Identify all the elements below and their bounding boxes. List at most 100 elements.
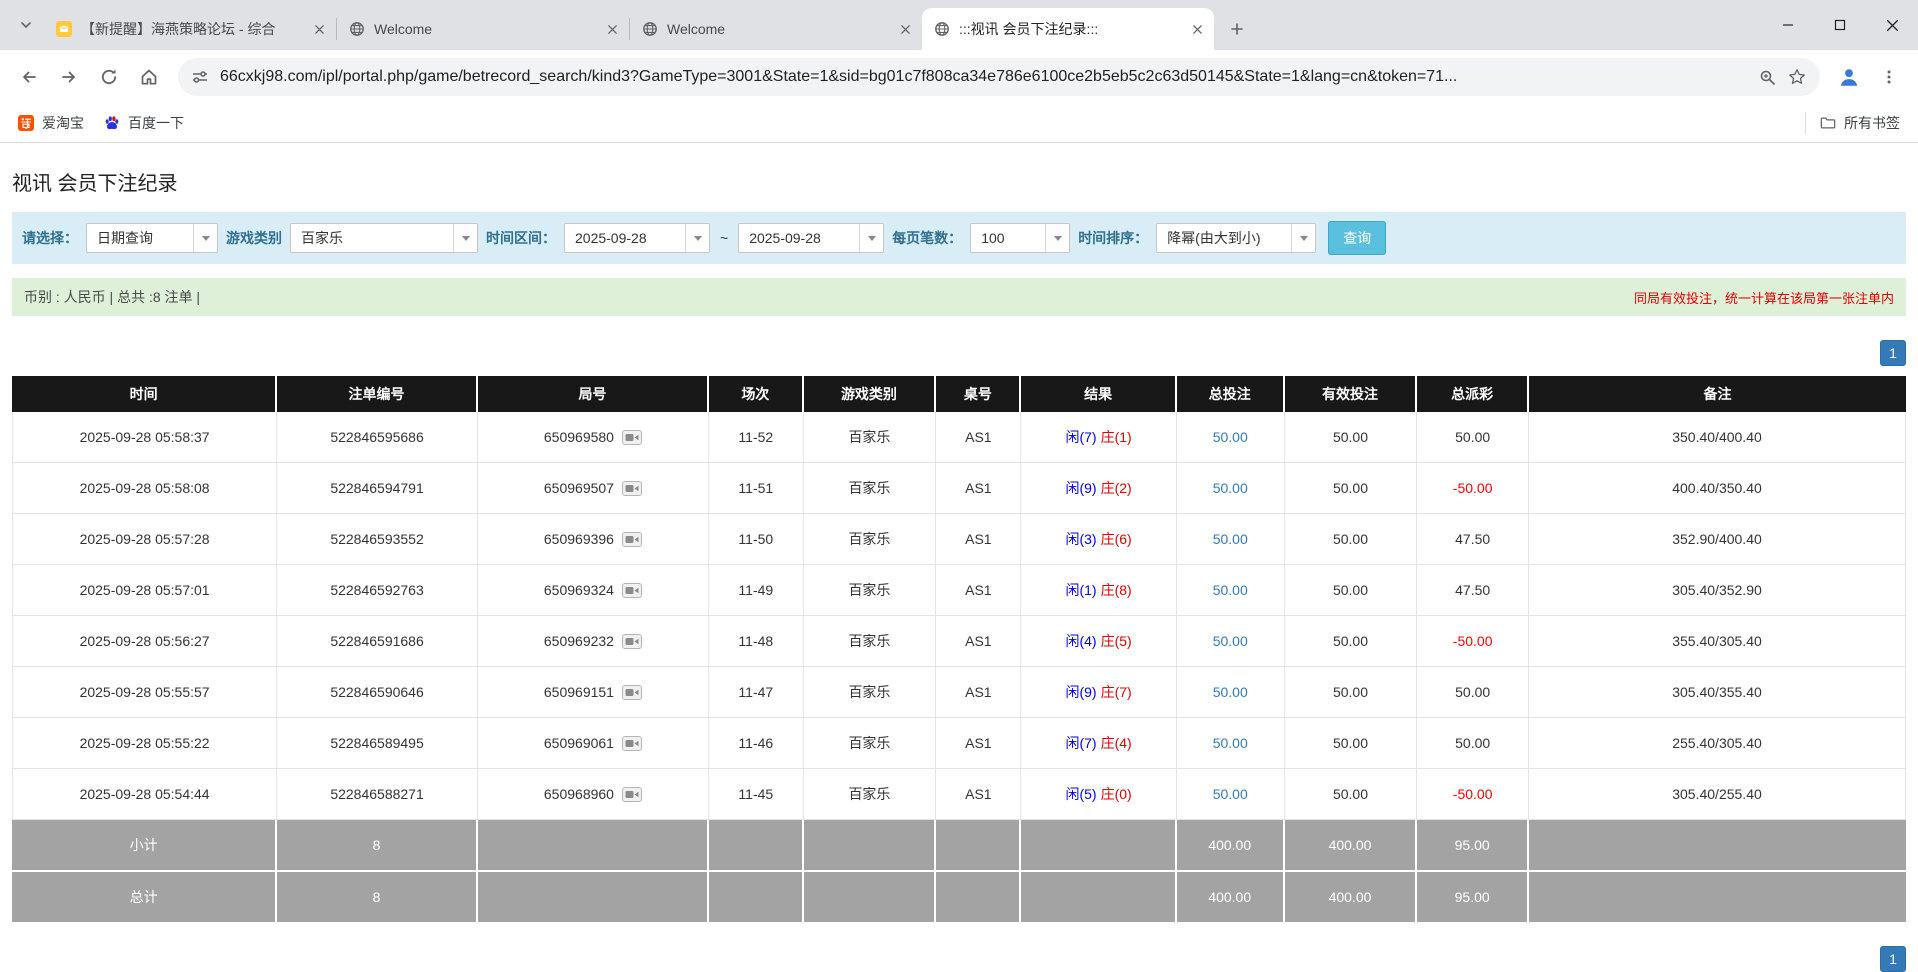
home-button[interactable] [130, 58, 168, 96]
table-row: 2025-09-28 05:57:01 522846592763 6509693… [12, 565, 1906, 616]
chevron-down-icon[interactable] [1045, 224, 1069, 252]
tab-close-icon[interactable] [603, 20, 621, 38]
chevron-down-icon[interactable] [1291, 224, 1315, 252]
cell-valid-bet: 50.00 [1285, 769, 1418, 820]
cell-total-bet[interactable]: 50.00 [1177, 514, 1285, 565]
cell-total-bet[interactable]: 50.00 [1177, 616, 1285, 667]
bookmark-aitaobao[interactable]: 爱淘宝 [8, 104, 94, 142]
subtotal-total-bet: 400.00 [1177, 820, 1285, 872]
forward-button[interactable] [50, 58, 88, 96]
tab-title: 【新提醒】海燕策略论坛 - 综合 [81, 19, 301, 39]
header-time: 时间 [12, 376, 277, 412]
tab-close-icon[interactable] [310, 20, 328, 38]
cell-time: 2025-09-28 05:55:22 [12, 718, 277, 769]
cell-total-bet[interactable]: 50.00 [1177, 463, 1285, 514]
result-banker: 庄(2) [1101, 480, 1132, 496]
query-type-select[interactable]: 日期查询 [86, 223, 218, 253]
cell-time: 2025-09-28 05:57:28 [12, 514, 277, 565]
tab-forum[interactable]: 【新提醒】海燕策略论坛 - 综合 [44, 8, 336, 50]
tab-title: :::视讯 会员下注纪录::: [959, 19, 1179, 39]
tab-search-button[interactable] [10, 9, 42, 41]
tab-bet-record-active[interactable]: :::视讯 会员下注纪录::: [922, 8, 1214, 50]
cell-total-bet[interactable]: 50.00 [1177, 565, 1285, 616]
chevron-down-icon[interactable] [859, 224, 883, 252]
cell-round-id: 650969061 [478, 718, 709, 769]
cell-game-type: 百家乐 [804, 616, 937, 667]
chevron-down-icon[interactable] [453, 224, 477, 252]
cell-game-type: 百家乐 [804, 718, 937, 769]
chevron-down-icon[interactable] [685, 224, 709, 252]
total-row: 总计 8 400.00 400.00 95.00 [12, 872, 1906, 924]
url-bar[interactable]: 66cxkj98.com/ipl/portal.php/game/betreco… [178, 58, 1820, 96]
profile-avatar[interactable] [1830, 58, 1868, 96]
cell-payout: 50.00 [1417, 667, 1529, 718]
cell-table-no: AS1 [936, 565, 1021, 616]
video-replay-icon[interactable] [622, 430, 642, 445]
result-player: 闲(7) [1065, 429, 1096, 445]
cell-table-no: AS1 [936, 463, 1021, 514]
maximize-button[interactable] [1814, 0, 1866, 50]
new-tab-button[interactable] [1222, 14, 1252, 44]
minimize-button[interactable] [1762, 0, 1814, 50]
date-from-select[interactable]: 2025-09-28 [564, 223, 710, 253]
header-bet-id: 注单编号 [277, 376, 478, 412]
footer-cell [936, 872, 1021, 924]
date-to-value: 2025-09-28 [739, 224, 859, 252]
globe-icon [642, 21, 658, 37]
cell-total-bet[interactable]: 50.00 [1177, 718, 1285, 769]
footer-cell [1529, 820, 1906, 872]
back-button[interactable] [10, 58, 48, 96]
cell-session: 11-47 [709, 667, 804, 718]
tab-close-icon[interactable] [1188, 20, 1206, 38]
range-separator: ~ [718, 230, 730, 246]
bookmark-star-icon[interactable] [1788, 68, 1806, 86]
forum-favicon-icon [56, 21, 72, 37]
cell-result: 闲(4)庄(5) [1021, 616, 1176, 667]
tab-welcome-1[interactable]: Welcome [337, 8, 629, 50]
sort-select[interactable]: 降幂(由大到小) [1156, 223, 1316, 253]
chevron-down-icon[interactable] [193, 224, 217, 252]
cell-result: 闲(1)庄(8) [1021, 565, 1176, 616]
tab-close-icon[interactable] [896, 20, 914, 38]
baidu-icon [104, 115, 120, 131]
refresh-button[interactable] [90, 58, 128, 96]
footer-cell [1021, 872, 1176, 924]
tab-welcome-2[interactable]: Welcome [630, 8, 922, 50]
cell-note: 355.40/305.40 [1529, 616, 1906, 667]
table-row: 2025-09-28 05:57:28 522846593552 6509693… [12, 514, 1906, 565]
round-id: 650969061 [544, 735, 614, 751]
game-type-select[interactable]: 百家乐 [290, 223, 478, 253]
cell-total-bet[interactable]: 50.00 [1177, 769, 1285, 820]
result-player: 闲(4) [1065, 633, 1096, 649]
page-1-button[interactable]: 1 [1880, 946, 1906, 972]
result-player: 闲(9) [1065, 684, 1096, 700]
cell-result: 闲(7)庄(1) [1021, 412, 1176, 463]
cell-total-bet[interactable]: 50.00 [1177, 412, 1285, 463]
cell-valid-bet: 50.00 [1285, 718, 1418, 769]
bookmark-baidu[interactable]: 百度一下 [94, 104, 194, 142]
menu-icon[interactable] [1870, 58, 1908, 96]
video-replay-icon[interactable] [622, 634, 642, 649]
video-replay-icon[interactable] [622, 685, 642, 700]
video-replay-icon[interactable] [622, 583, 642, 598]
cell-payout: 47.50 [1417, 565, 1529, 616]
video-replay-icon[interactable] [622, 532, 642, 547]
result-player: 闲(7) [1065, 735, 1096, 751]
query-type-value: 日期查询 [87, 224, 193, 252]
result-player: 闲(5) [1065, 786, 1096, 802]
zoom-icon[interactable] [1759, 69, 1776, 86]
cell-total-bet[interactable]: 50.00 [1177, 667, 1285, 718]
video-replay-icon[interactable] [622, 481, 642, 496]
cell-note: 255.40/305.40 [1529, 718, 1906, 769]
video-replay-icon[interactable] [622, 787, 642, 802]
subtotal-payout: 95.00 [1417, 820, 1529, 872]
all-bookmarks-button[interactable]: 所有书签 [1810, 104, 1910, 142]
page-size-select[interactable]: 100 [970, 223, 1070, 253]
video-replay-icon[interactable] [622, 736, 642, 751]
search-button[interactable]: 查询 [1328, 221, 1386, 255]
page-1-button[interactable]: 1 [1880, 340, 1906, 366]
cell-session: 11-50 [709, 514, 804, 565]
site-info-icon[interactable] [192, 69, 208, 85]
date-to-select[interactable]: 2025-09-28 [738, 223, 884, 253]
close-button[interactable] [1866, 0, 1918, 50]
